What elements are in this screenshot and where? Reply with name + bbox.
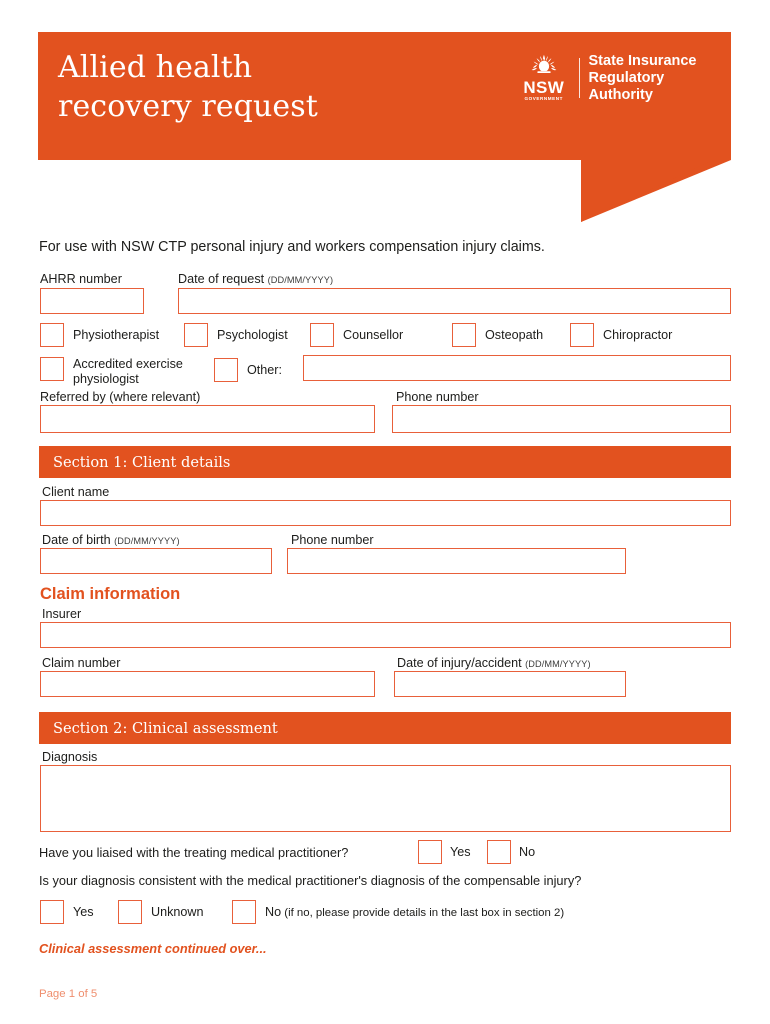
section-1-bar: Section 1: Client details [39,446,731,478]
checkbox-label-consistent-yes: Yes [73,905,94,919]
diagnosis-label: Diagnosis [42,750,98,764]
nsw-waratah-icon [531,54,557,73]
date-of-birth-label-text: Date of birth [42,533,111,547]
checkbox-label-accredited-exercise-physiologist: Accredited exercise physiologist [73,357,183,386]
liaised-question-text: Have you liaised with the treating medic… [39,845,349,860]
diagnosis-textarea[interactable] [40,765,731,832]
checkbox-osteopath[interactable] [452,323,476,347]
consistent-question-text: Is your diagnosis consistent with the me… [39,873,582,888]
checkbox-label-counsellor: Counsellor [343,328,404,342]
header-banner: Allied health recovery request NSW GOVER… [38,32,731,224]
referred-by-label: Referred by (where relevant) [40,390,201,404]
checkbox-counsellor[interactable] [310,323,334,347]
agency-name: State Insurance Regulatory Authority [588,52,697,103]
date-of-request-label: Date of request (DD/MM/YYYY) [178,272,333,288]
date-of-injury-hint: (DD/MM/YYYY) [525,659,591,669]
date-of-birth-label: Date of birth (DD/MM/YYYY) [42,533,180,549]
checkbox-consistent-no[interactable] [232,900,256,924]
ahrr-number-label: AHRR number [40,272,122,286]
referrer-phone-label: Phone number [396,390,479,404]
page-indicator: Page 1 of 5 [39,988,98,1000]
checkbox-psychologist[interactable] [184,323,208,347]
date-of-request-input[interactable] [178,288,731,314]
speech-bubble-tail-icon [581,160,731,222]
date-of-request-label-text: Date of request [178,272,265,286]
nsw-wordmark: NSW [523,78,565,97]
checkbox-liaised-no[interactable] [487,840,511,864]
checkbox-other[interactable] [214,358,238,382]
checkbox-label-consistent-no-text: No [265,905,282,919]
checkbox-label-liaised-yes: Yes [450,845,471,859]
claim-number-input[interactable] [40,671,375,697]
logo-divider [578,58,580,98]
date-of-birth-input[interactable] [40,548,272,574]
checkbox-accredited-exercise-physiologist[interactable] [40,357,64,381]
ahrr-number-input[interactable] [40,288,144,314]
checkbox-label-physiotherapist: Physiotherapist [73,328,160,342]
claim-information-heading: Claim information [40,585,181,603]
checkbox-label-psychologist: Psychologist [217,328,288,342]
form-page: Allied health recovery request NSW GOVER… [0,0,770,1024]
checkbox-physiotherapist[interactable] [40,323,64,347]
other-profession-input[interactable] [303,355,731,381]
section-1-title: Section 1: Client details [53,454,231,471]
nsw-government-logo: NSW GOVERNMENT [516,54,572,102]
date-of-birth-hint: (DD/MM/YYYY) [114,536,180,546]
sira-logo: NSW GOVERNMENT State Insurance Regulator… [516,50,731,106]
checkbox-consistent-unknown[interactable] [118,900,142,924]
date-of-injury-label: Date of injury/accident (DD/MM/YYYY) [397,656,591,672]
checkbox-consistent-yes[interactable] [40,900,64,924]
date-of-request-hint: (DD/MM/YYYY) [267,275,334,285]
checkbox-label-liaised-no: No [519,845,536,859]
page-title: Allied health recovery request [58,50,318,124]
checkbox-label-consistent-no-suffix: (if no, please provide details in the la… [281,907,565,919]
client-name-input[interactable] [40,500,731,526]
date-of-injury-label-text: Date of injury/accident [397,656,522,670]
client-phone-label: Phone number [291,533,374,547]
section-2-title: Section 2: Clinical assessment [53,720,278,737]
government-wordmark: GOVERNMENT [524,96,563,101]
referrer-phone-input[interactable] [392,405,731,433]
continued-note: Clinical assessment continued over... [39,941,267,956]
checkbox-label-chiropractor: Chiropractor [603,328,673,342]
insurer-label: Insurer [42,607,82,621]
checkbox-label-consistent-no: No (if no, please provide details in the… [265,905,564,921]
date-of-injury-input[interactable] [394,671,626,697]
checkbox-chiropractor[interactable] [570,323,594,347]
client-name-label: Client name [42,485,110,499]
section-2-bar: Section 2: Clinical assessment [39,712,731,744]
checkbox-label-other: Other: [247,363,282,377]
checkbox-label-consistent-unknown: Unknown [151,905,204,919]
client-phone-input[interactable] [287,548,626,574]
checkbox-label-osteopath: Osteopath [485,328,544,342]
referred-by-input[interactable] [40,405,375,433]
insurer-input[interactable] [40,622,731,648]
intro-text: For use with NSW CTP personal injury and… [39,239,545,255]
checkbox-liaised-yes[interactable] [418,840,442,864]
claim-number-label: Claim number [42,656,121,670]
